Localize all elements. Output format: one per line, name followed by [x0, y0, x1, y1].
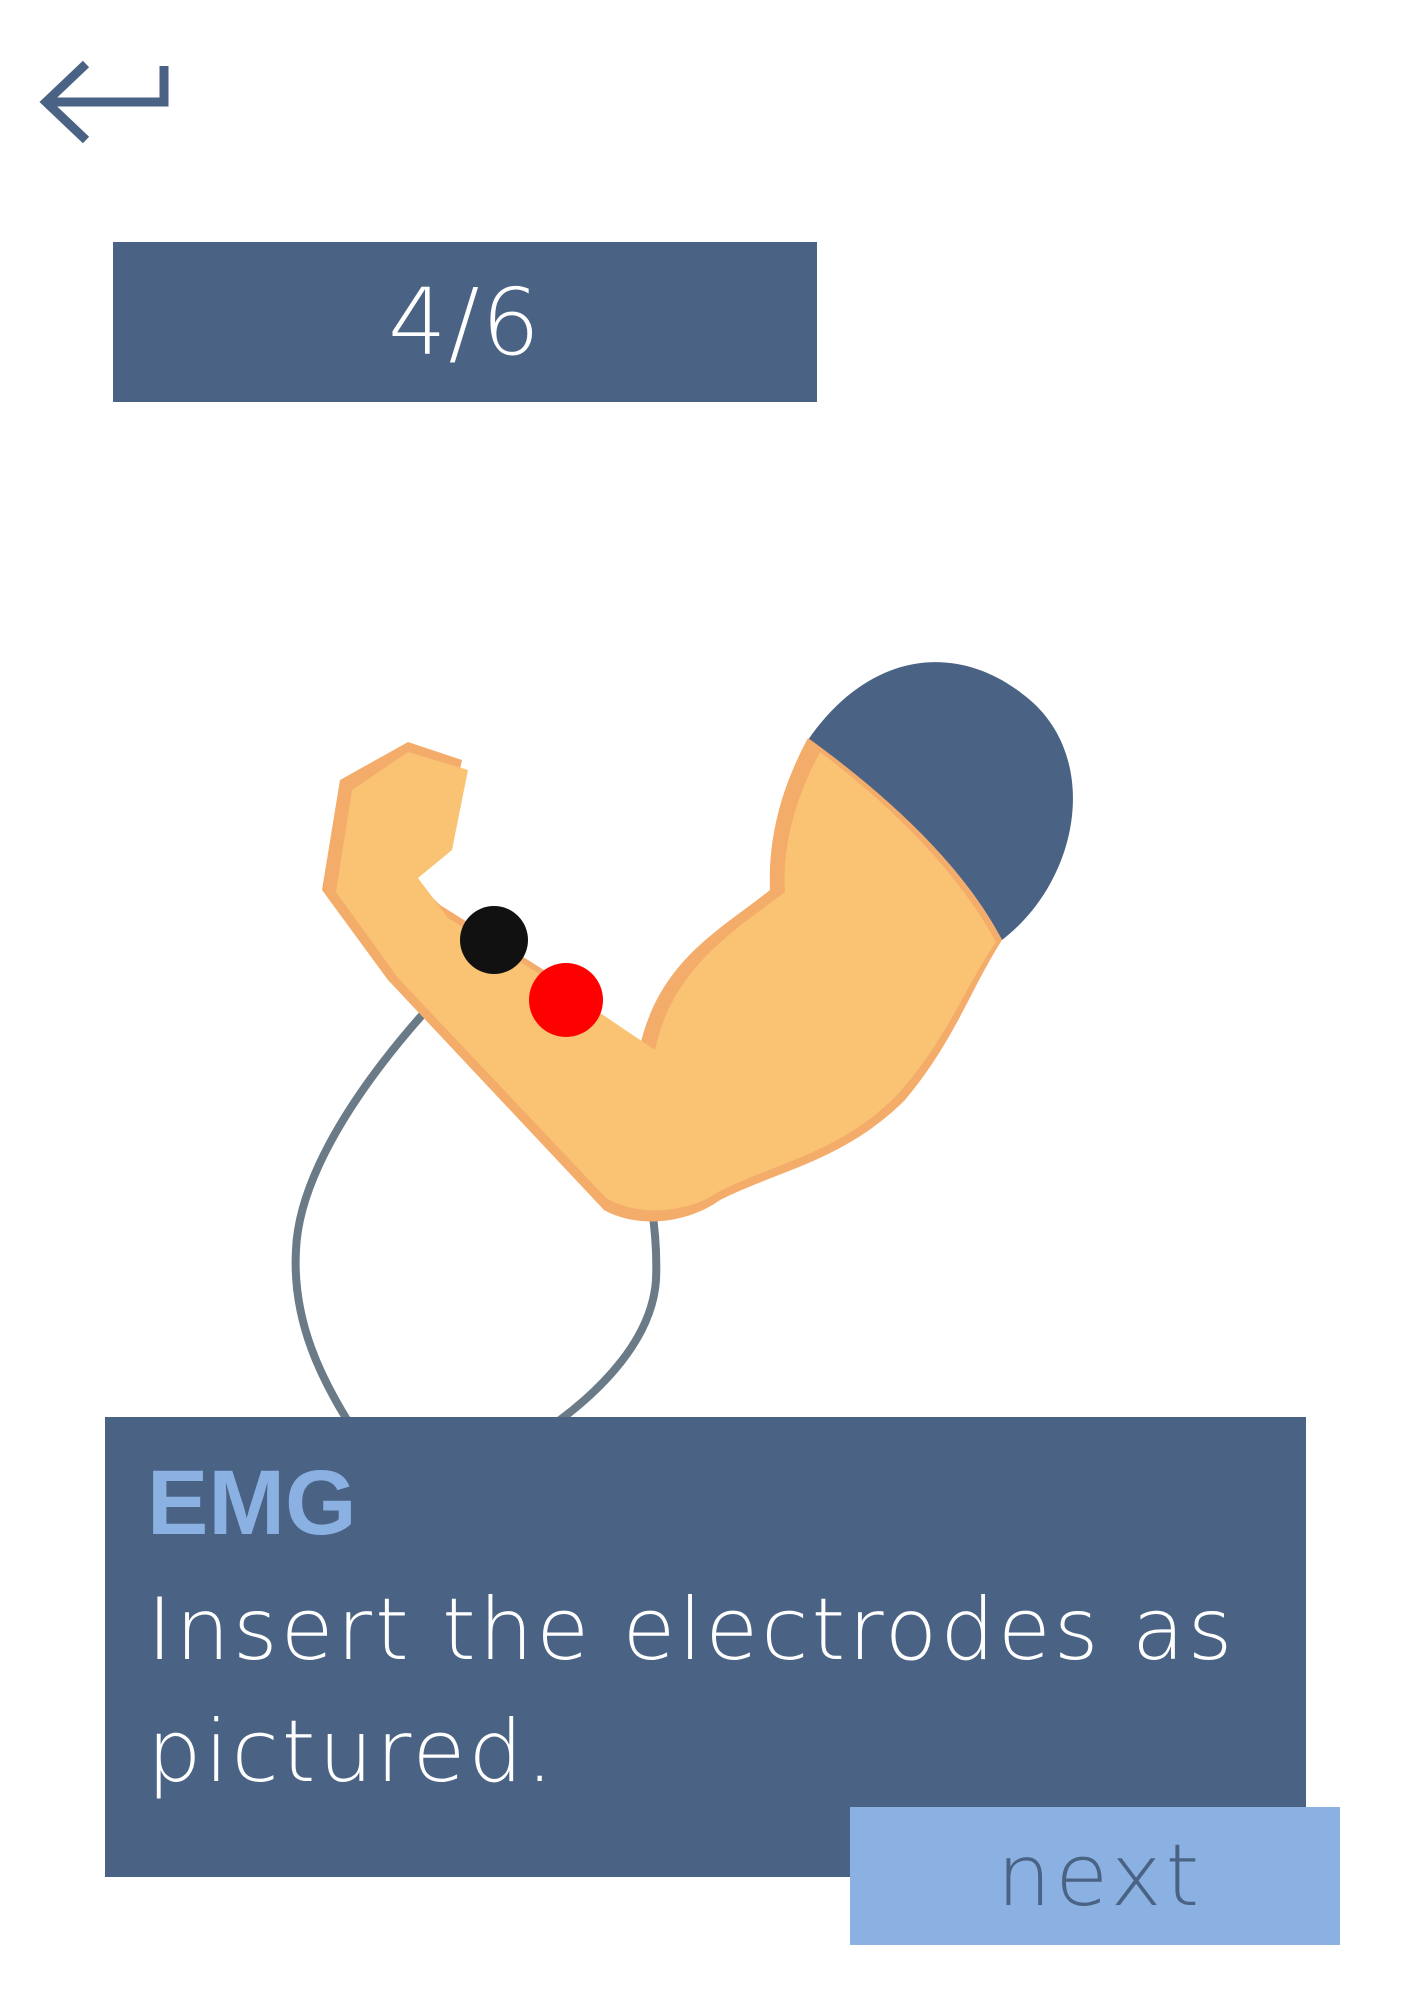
step-indicator-text: 4/6: [387, 268, 543, 376]
arm-illustration: [0, 600, 1414, 1440]
next-button-label: next: [996, 1826, 1204, 1926]
return-arrow-icon: [39, 60, 169, 144]
step-indicator: 4/6: [113, 242, 817, 402]
instruction-text: Insert the electrodes as pictured.: [147, 1580, 1236, 1802]
arm-electrode-diagram: [291, 662, 1073, 1440]
back-button[interactable]: [36, 56, 172, 144]
instruction-title: EMG: [147, 1452, 357, 1554]
next-button[interactable]: next: [850, 1807, 1340, 1945]
arm-skin: [336, 752, 996, 1211]
black-electrode: [460, 906, 528, 974]
red-electrode: [529, 963, 603, 1037]
